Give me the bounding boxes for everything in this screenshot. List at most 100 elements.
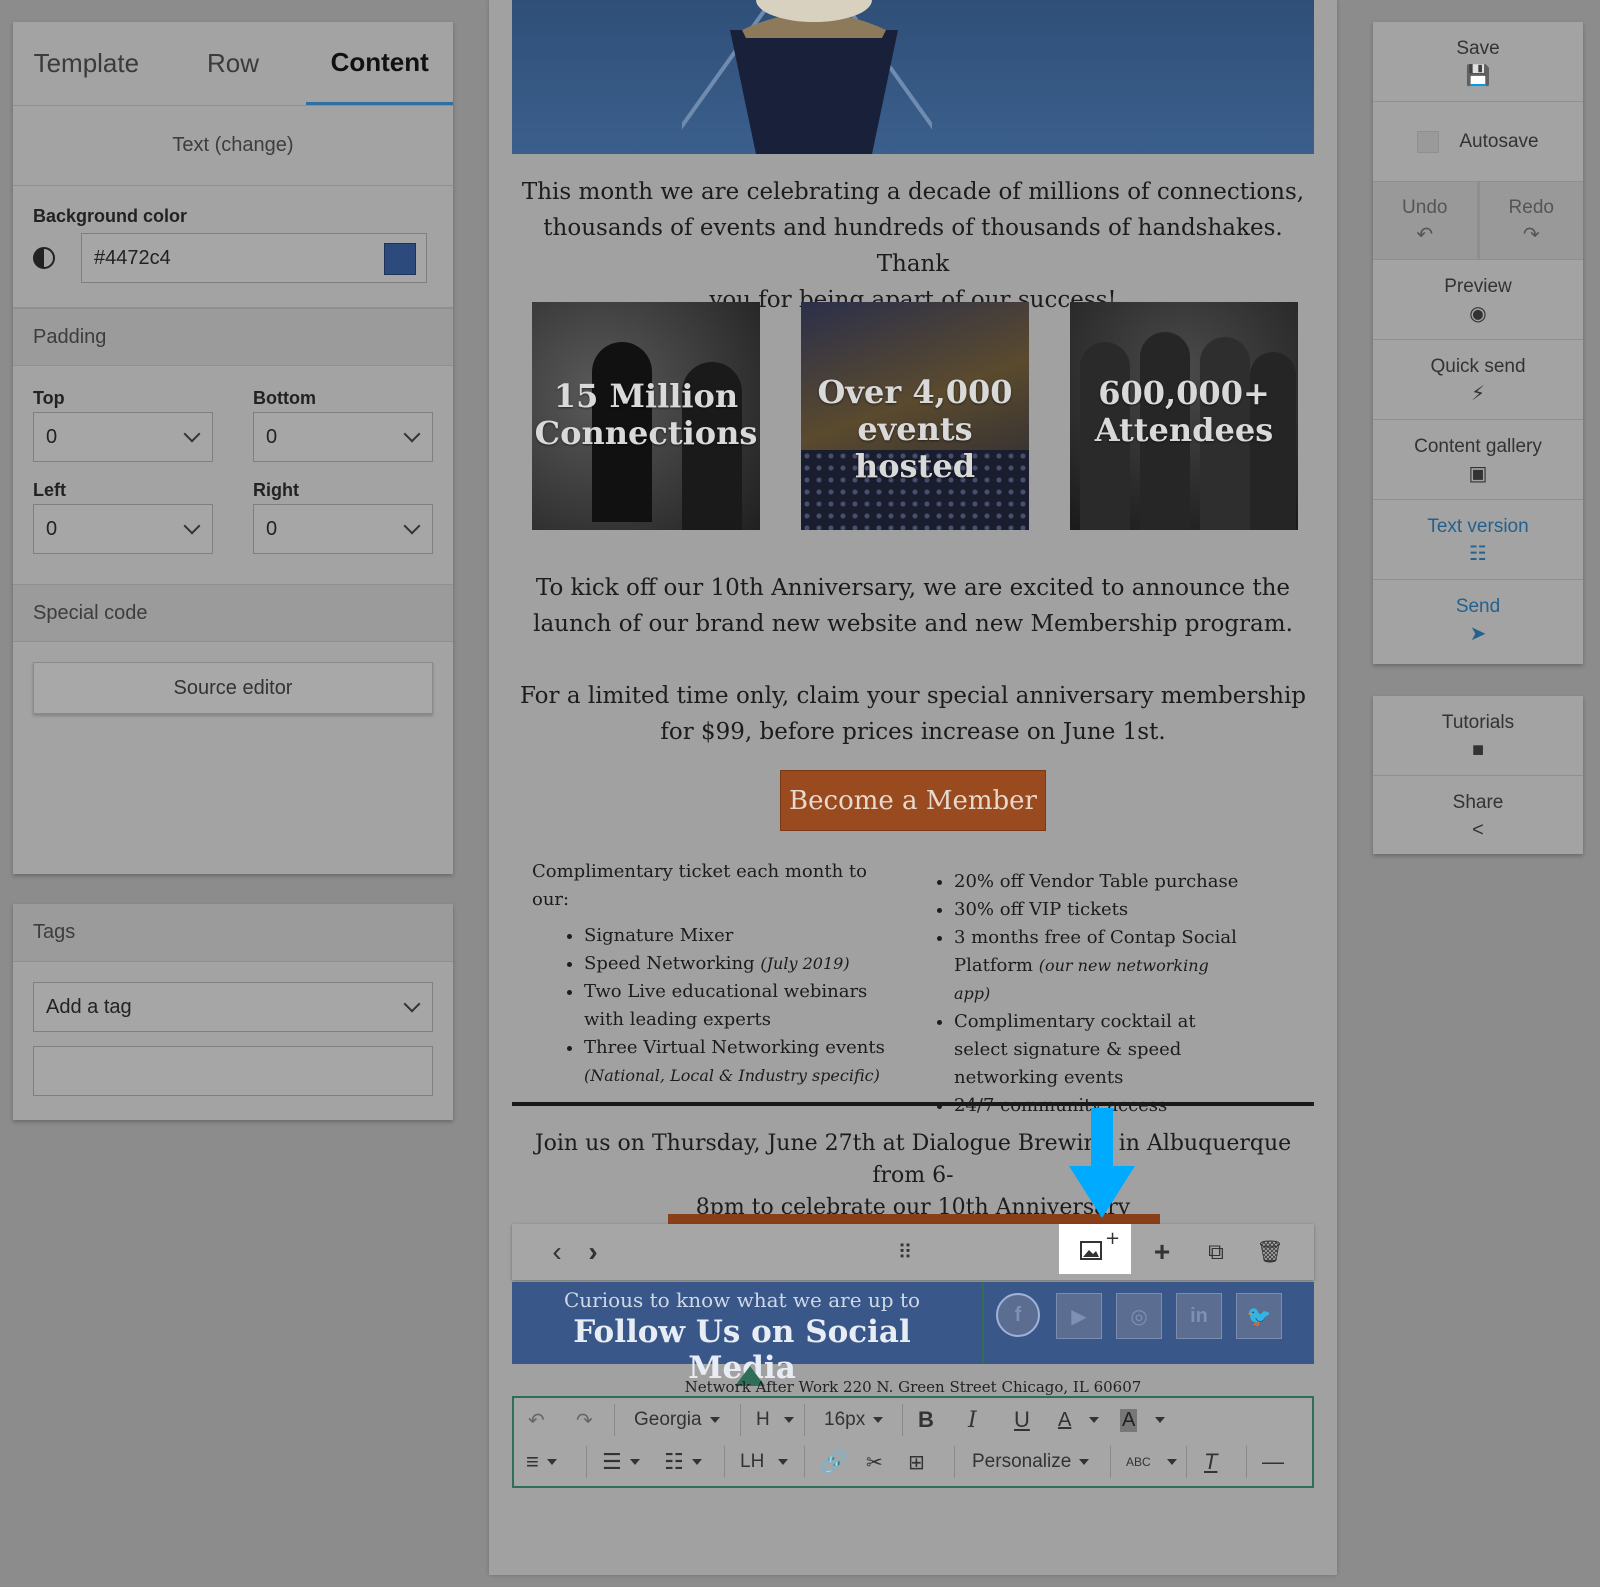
offer-paragraph[interactable]: For a limited time only, claim your spec…: [512, 678, 1314, 750]
email-canvas: This month we are celebrating a decade o…: [489, 0, 1337, 1575]
become-member-button[interactable]: Become a Member: [780, 770, 1046, 831]
tab-content[interactable]: Content: [306, 22, 454, 105]
photo-caption: 15 Million Connections: [534, 377, 758, 452]
font-color-button[interactable]: A: [1058, 1400, 1100, 1440]
padding-top-select[interactable]: 0: [33, 412, 213, 462]
padding-bottom-label: Bottom: [253, 388, 316, 408]
heading-select[interactable]: H: [756, 1400, 794, 1440]
bold-button[interactable]: B: [918, 1400, 934, 1440]
twitter-icon[interactable]: 🐦: [1236, 1293, 1282, 1339]
padding-top-value: 0: [46, 425, 58, 448]
padding-bottom-select[interactable]: 0: [253, 412, 433, 462]
save-label: Save: [1456, 37, 1500, 59]
send-button[interactable]: Send ➤: [1373, 580, 1583, 660]
padding-right-value: 0: [266, 517, 278, 540]
anniversary-paragraph[interactable]: To kick off our 10th Anniversary, we are…: [512, 570, 1314, 642]
tag-input[interactable]: [33, 1046, 433, 1096]
offer-line: For a limited time only, claim your spec…: [519, 683, 1307, 709]
facebook-icon[interactable]: f: [996, 1293, 1040, 1337]
tab-row[interactable]: Row: [160, 22, 307, 105]
tab-template[interactable]: Template: [13, 22, 160, 105]
padding-left-label: Left: [33, 480, 66, 500]
linkedin-icon[interactable]: in: [1176, 1293, 1222, 1339]
left-benefits-list[interactable]: Complimentary ticket each month to our: …: [532, 858, 892, 1090]
redo-icon: ↷: [1522, 224, 1540, 246]
photo-caption: 600,000+ Attendees: [1094, 374, 1274, 449]
redo-icon[interactable]: ↷: [576, 1400, 593, 1440]
padding-left-select[interactable]: 0: [33, 504, 213, 554]
contrast-icon[interactable]: [33, 247, 55, 269]
add-image-button[interactable]: +: [1059, 1224, 1131, 1274]
send-label: Send: [1455, 596, 1501, 617]
autosave-checkbox[interactable]: [1417, 130, 1440, 153]
instagram-icon[interactable]: ◎: [1116, 1293, 1162, 1339]
align-left-icon[interactable]: ≡: [526, 1442, 557, 1482]
tutorials-button[interactable]: Tutorials ■: [1373, 696, 1583, 776]
undo-icon: ↶: [1416, 224, 1434, 246]
redo-button[interactable]: Redo ↷: [1480, 182, 1584, 260]
settings-tabs: Template Row Content: [13, 22, 454, 106]
intro-paragraph[interactable]: This month we are celebrating a decade o…: [512, 174, 1314, 318]
youtube-icon[interactable]: ▶: [1056, 1293, 1102, 1339]
cupcake-image: [682, 0, 932, 154]
photo-attendees[interactable]: 600,000+ Attendees: [1070, 302, 1298, 530]
autosave-label: Autosave: [1459, 130, 1539, 152]
quick-send-button[interactable]: Quick send ⚡: [1373, 340, 1583, 420]
ordered-list-icon[interactable]: ☰: [602, 1442, 640, 1482]
paper-plane-icon: ➤: [1469, 623, 1487, 645]
duplicate-icon[interactable]: ⧉: [1198, 1224, 1234, 1280]
padding-bottom-value: 0: [266, 425, 278, 448]
source-editor-button[interactable]: Source editor: [33, 662, 433, 714]
preview-button[interactable]: Preview ◉: [1373, 260, 1583, 340]
underline-button[interactable]: U: [1014, 1400, 1030, 1440]
unordered-list-icon[interactable]: ☷: [664, 1442, 702, 1482]
block-toolbar: ‹ › ⠿ + ⧉ 🗑: [512, 1224, 1314, 1280]
color-swatch[interactable]: [384, 243, 416, 275]
social-media-block[interactable]: Curious to know what we are up to Follow…: [512, 1282, 1314, 1386]
photo-events[interactable]: Over 4,000 events hosted: [801, 302, 1029, 530]
actions-panel: Save 💾 Autosave Undo ↶ Redo ↷ Preview ◉ Quic…: [1373, 22, 1583, 664]
horizontal-rule-icon[interactable]: —: [1262, 1442, 1284, 1482]
join-line: Join us on Thursday, June 27th at Dialog…: [534, 1131, 1292, 1188]
join-paragraph[interactable]: Join us on Thursday, June 27th at Dialog…: [512, 1128, 1314, 1224]
hero-image: [512, 0, 1314, 154]
list-item: Speed Networking (July 2019): [584, 950, 892, 978]
intro-line: This month we are celebrating a decade o…: [521, 179, 1305, 205]
font-family-select[interactable]: Georgia: [634, 1400, 720, 1440]
chevron-left-icon[interactable]: ‹: [542, 1224, 572, 1280]
undo-icon[interactable]: ↶: [528, 1400, 545, 1440]
padding-top-label: Top: [33, 388, 65, 408]
text-change-link[interactable]: Text (change): [13, 106, 453, 186]
text-editor-toolbar: ↶ ↷ Georgia H 16px B I U A A ≡ ☰ ☷ LH 🔗 …: [512, 1396, 1314, 1488]
line-height-select[interactable]: LH: [740, 1442, 789, 1482]
text-version-button[interactable]: Text version ☷: [1373, 500, 1583, 580]
photo-connections[interactable]: 15 Million Connections: [532, 302, 760, 530]
unlink-icon[interactable]: ✂: [866, 1442, 883, 1482]
column-divider: [982, 1282, 984, 1364]
padding-right-select[interactable]: 0: [253, 504, 433, 554]
link-icon[interactable]: 🔗: [820, 1442, 847, 1482]
chevron-down-icon: [403, 425, 421, 443]
content-gallery-button[interactable]: Content gallery ▣: [1373, 420, 1583, 500]
autosave-toggle[interactable]: Autosave: [1373, 102, 1583, 182]
add-tag-select[interactable]: Add a tag: [33, 982, 433, 1032]
clear-format-icon[interactable]: T: [1204, 1442, 1217, 1482]
redo-label: Redo: [1508, 197, 1554, 218]
background-color-input[interactable]: #4472c4: [81, 233, 427, 283]
trash-icon[interactable]: 🗑: [1252, 1224, 1288, 1280]
drag-handle-icon[interactable]: ⠿: [884, 1224, 924, 1280]
eye-icon: ◉: [1469, 302, 1487, 325]
italic-button[interactable]: I: [968, 1400, 977, 1440]
add-icon[interactable]: +: [1144, 1224, 1180, 1280]
share-button[interactable]: Share <: [1373, 776, 1583, 856]
spellcheck-icon[interactable]: ABC: [1126, 1442, 1177, 1482]
insert-button-icon[interactable]: ⊞: [908, 1442, 925, 1482]
background-color-button[interactable]: A: [1120, 1400, 1166, 1440]
personalize-select[interactable]: Personalize: [972, 1442, 1090, 1482]
font-size-select[interactable]: 16px: [824, 1400, 884, 1440]
right-benefits-list[interactable]: 20% off Vendor Table purchase 30% off VI…: [914, 868, 1244, 1120]
list-item: 3 months free of Contap Social Platform …: [954, 924, 1244, 1008]
chevron-right-icon[interactable]: ›: [578, 1224, 608, 1280]
save-button[interactable]: Save 💾: [1373, 22, 1583, 102]
undo-button[interactable]: Undo ↶: [1373, 182, 1480, 260]
